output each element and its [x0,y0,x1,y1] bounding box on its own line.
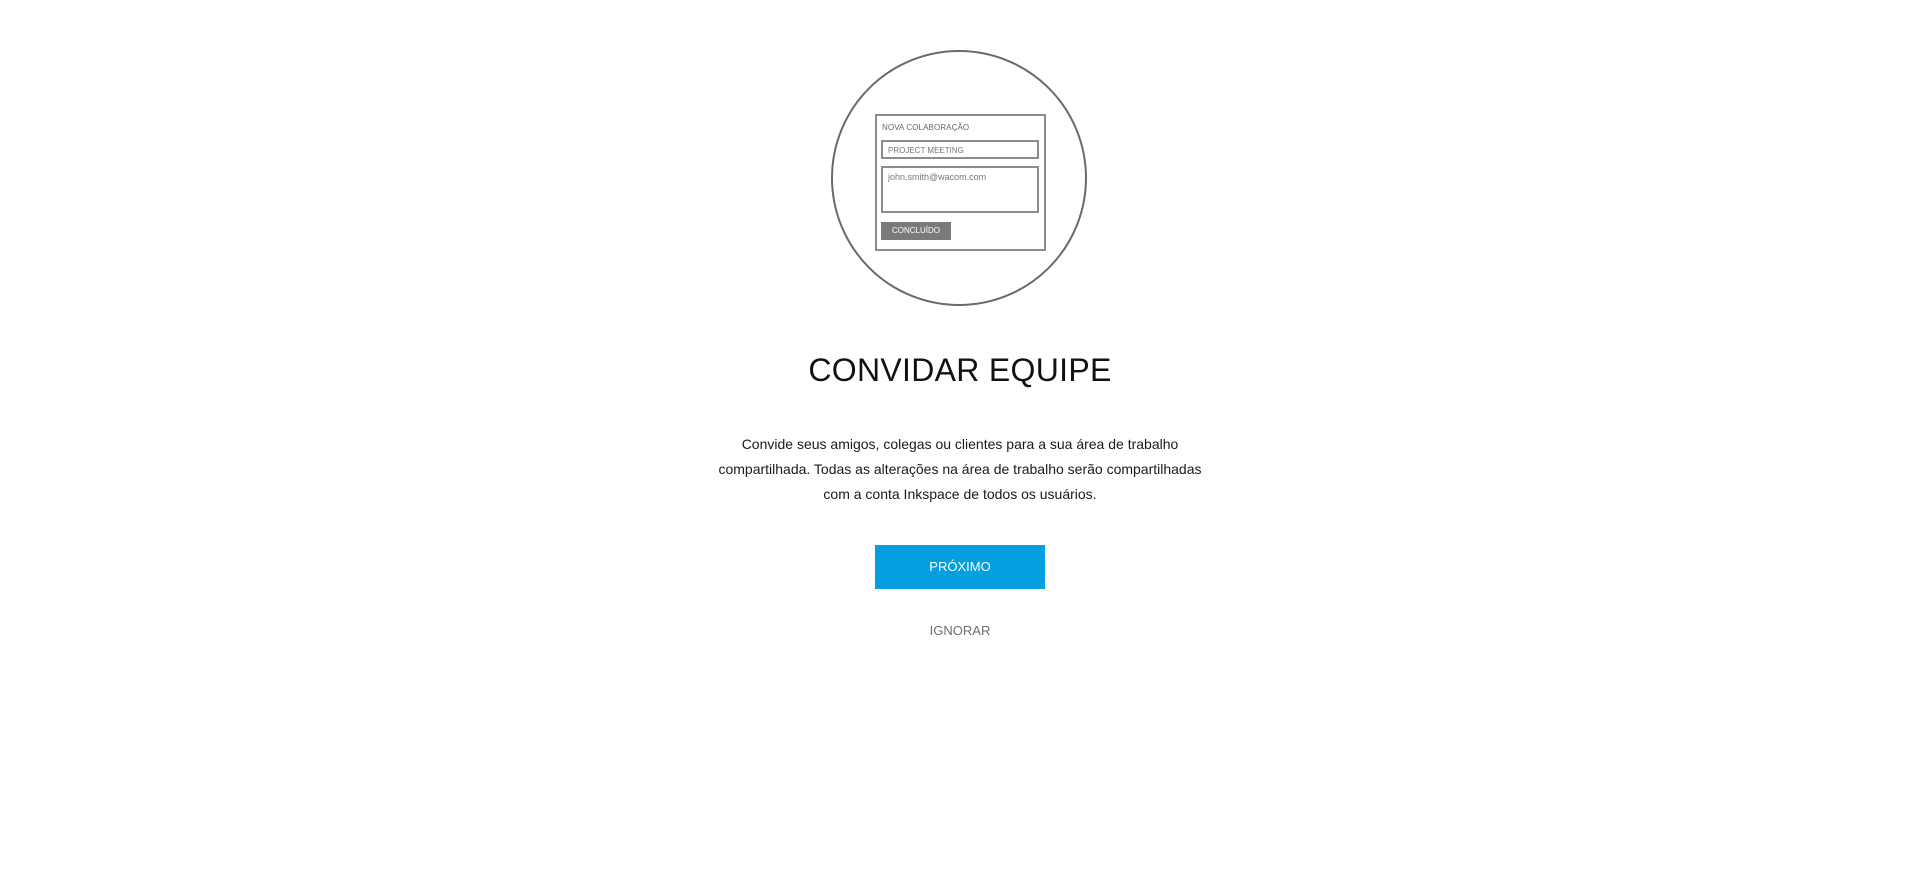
invite-team-page: NOVA COLABORAÇÃO PROJECT MEETING john.sm… [0,0,1920,895]
mock-email-textarea: john.smith@wacom.com [881,166,1039,213]
skip-link-row: IGNORAR [0,623,1920,638]
page-title: CONVIDAR EQUIPE [808,352,1112,388]
next-button[interactable]: PRÓXIMO [875,545,1045,589]
mock-done-button: CONCLUÍDO [881,222,951,240]
invite-description: Convide seus amigos, colegas ou clientes… [718,436,1202,502]
invite-illustration: NOVA COLABORAÇÃO PROJECT MEETING john.sm… [831,50,1087,306]
mock-form-title: NOVA COLABORAÇÃO [882,123,970,132]
mock-collaboration-form: NOVA COLABORAÇÃO PROJECT MEETING john.sm… [875,114,1046,251]
skip-link[interactable]: IGNORAR [930,623,991,638]
mock-project-input: PROJECT MEETING [881,140,1039,159]
